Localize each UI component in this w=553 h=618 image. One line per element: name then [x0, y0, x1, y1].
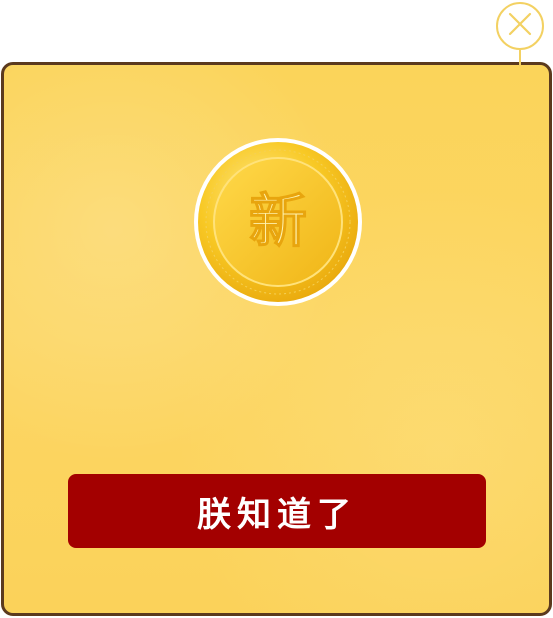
close-connector [519, 50, 521, 66]
close-icon[interactable] [505, 9, 535, 43]
coin-character: 新 [249, 187, 307, 255]
acknowledge-button[interactable]: 朕知道了 [68, 474, 486, 548]
dialog-stage: 新 朕知道了 [0, 0, 553, 618]
new-coin-icon: 新 [193, 137, 363, 307]
notice-dialog: 新 朕知道了 [1, 62, 552, 616]
close-button[interactable] [496, 2, 544, 50]
